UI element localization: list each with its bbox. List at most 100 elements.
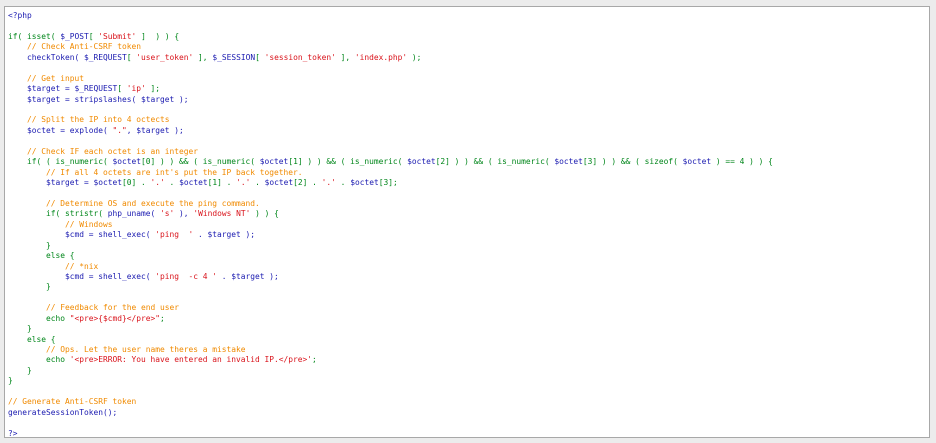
code-line: if( ( is_numeric( $octet[0] ) ) && ( is_… xyxy=(8,157,929,167)
code-line: // *nix xyxy=(8,262,929,272)
code-token: $target = stripslashes( $target ); xyxy=(8,94,189,104)
code-token: // Check IF each octet is an integer xyxy=(8,146,199,156)
code-token: $_POST xyxy=(60,31,89,41)
code-token: ); xyxy=(407,52,422,62)
code-token: [2] ) ) && ( is_numeric( xyxy=(435,157,555,167)
code-token: "." xyxy=(112,125,127,135)
code-token: ], xyxy=(335,52,355,62)
code-line: // Ops. Let the user name theres a mista… xyxy=(8,345,929,355)
code-token: else { xyxy=(8,334,56,344)
code-token: echo xyxy=(8,313,70,323)
code-token: $octet xyxy=(350,178,379,187)
code-token: '.' xyxy=(321,178,336,187)
source-code-viewer: <?php if( isset( $_POST[ 'Submit' ] ) ) … xyxy=(4,6,930,438)
code-line: $target = $octet[0] . '.' . $octet[1] . … xyxy=(8,178,929,188)
code-token: } xyxy=(8,324,32,334)
code-token: [ xyxy=(255,52,265,62)
code-token: $octet xyxy=(407,157,436,167)
code-token: // Get input xyxy=(8,73,85,83)
code-token: // Ops. Let the user name theres a mista… xyxy=(8,345,246,354)
code-token: $octet xyxy=(179,178,208,187)
code-line: ?> xyxy=(8,428,929,438)
code-token: $octet xyxy=(264,178,294,187)
code-line: } xyxy=(8,366,929,376)
code-line: <?php xyxy=(8,11,929,21)
code-line: // Windows xyxy=(8,220,929,230)
code-token: // Windows xyxy=(8,219,113,229)
code-line: // Check IF each octet is an integer xyxy=(8,147,929,157)
code-token: ; xyxy=(160,313,165,323)
code-token: // *nix xyxy=(8,261,99,271)
code-token: if( stristr( xyxy=(8,209,108,219)
code-token: $octet xyxy=(554,157,583,167)
code-line: } xyxy=(8,324,929,334)
code-token: echo xyxy=(8,355,70,365)
code-token: // Generate Anti-CSRF token xyxy=(8,397,137,407)
code-line: // Determine OS and execute the ping com… xyxy=(8,199,929,209)
code-line: } xyxy=(8,241,929,251)
code-token: [3] ) ) && ( sizeof( xyxy=(582,157,683,167)
code-line: $cmd = shell_exec( 'ping -c 4 ' . $targe… xyxy=(8,272,929,282)
code-token: // Determine OS and execute the ping com… xyxy=(8,198,260,208)
code-token: '<pre>ERROR: You have entered an invalid… xyxy=(69,355,313,365)
code-line: // Check Anti-CSRF token xyxy=(8,42,929,52)
code-token: else { xyxy=(8,251,75,261)
code-token: ]; xyxy=(145,84,161,94)
code-token: $octet xyxy=(682,157,712,167)
code-line: } xyxy=(8,376,929,386)
code-token: [3]; xyxy=(378,178,398,187)
code-line: // Feedback for the end user xyxy=(8,303,929,313)
code-line: generateSessionToken(); xyxy=(8,408,929,418)
code-token: ) == 4 ) ) { xyxy=(711,157,773,167)
code-line: $target = $_REQUEST[ 'ip' ]; xyxy=(8,84,929,94)
code-token: checkToken( $_REQUEST xyxy=(8,52,127,62)
code-token: 'index.php' xyxy=(354,52,408,62)
code-token: generateSessionToken(); xyxy=(8,407,118,417)
code-token: 'ping ' xyxy=(155,230,194,240)
code-token: [ xyxy=(117,84,127,94)
code-token: 'Submit' xyxy=(98,31,137,41)
code-line: } xyxy=(8,282,929,292)
code-line: echo '<pre>ERROR: You have entered an in… xyxy=(8,355,929,365)
code-token: } xyxy=(8,282,51,292)
code-token: 'ip' xyxy=(126,84,146,94)
code-token: [1] . xyxy=(207,178,237,187)
code-line: else { xyxy=(8,335,929,345)
code-token: [ xyxy=(88,31,99,41)
code-token: // Split the IP into 4 octects xyxy=(8,115,170,125)
code-token: ], xyxy=(193,52,213,62)
code-line: // Split the IP into 4 octects xyxy=(8,115,929,125)
code-token: ; xyxy=(312,355,317,365)
code-token: [1] ) ) && ( is_numeric( xyxy=(288,157,408,167)
code-token: . $target ); xyxy=(217,271,279,281)
php-source-code: <?php if( isset( $_POST[ 'Submit' ] ) ) … xyxy=(5,7,929,438)
code-token: 's' xyxy=(160,209,175,219)
code-token: '.' xyxy=(150,178,165,187)
code-token: [0] . xyxy=(122,178,151,187)
code-token: ) ) { xyxy=(250,209,279,219)
code-token: . xyxy=(335,178,351,187)
code-token: 'session_token' xyxy=(264,52,336,62)
code-token: $target = $octet xyxy=(8,178,123,187)
code-token: . xyxy=(164,178,180,187)
code-token: // If all 4 octets are int's put the IP … xyxy=(8,167,303,177)
code-token: $octet xyxy=(112,157,142,167)
code-token: $cmd = shell_exec( xyxy=(8,230,156,240)
code-token: ?> xyxy=(8,428,18,438)
code-line: // If all 4 octets are int's put the IP … xyxy=(8,168,929,178)
code-token: } xyxy=(8,376,13,386)
code-token: $target = $_REQUEST xyxy=(8,84,118,94)
code-token: } xyxy=(8,240,51,250)
code-token: 'user_token' xyxy=(136,52,194,62)
code-token: [ xyxy=(126,52,137,62)
code-token: } xyxy=(8,365,32,375)
code-line: $target = stripslashes( $target ); xyxy=(8,95,929,105)
